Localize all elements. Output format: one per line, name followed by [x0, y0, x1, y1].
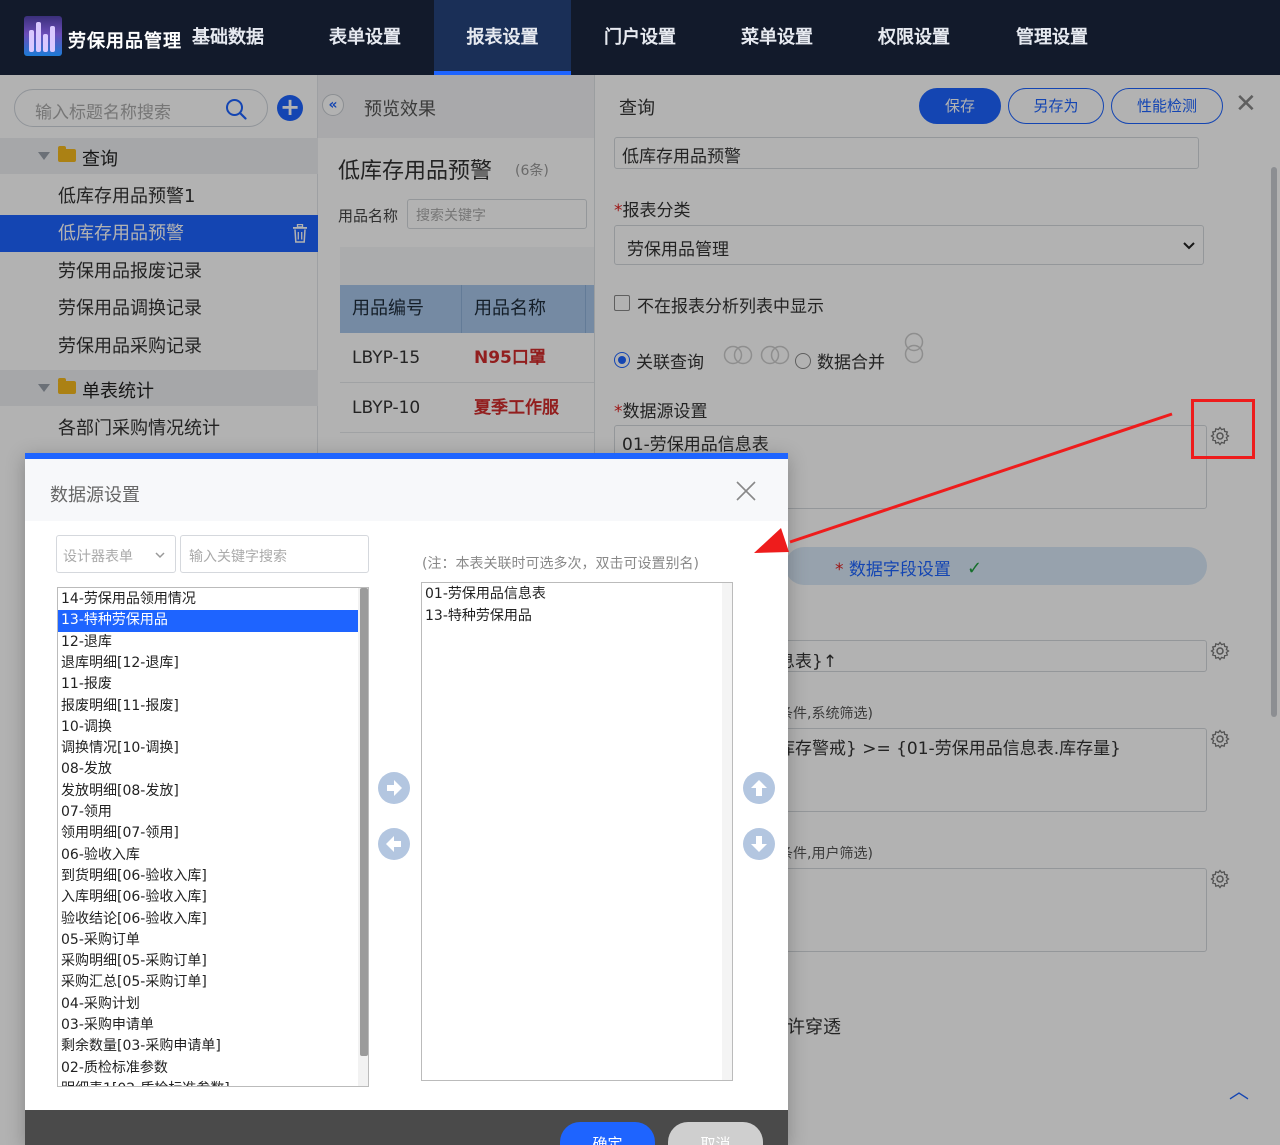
list-option[interactable]: 14-劳保用品领用情况: [58, 589, 358, 610]
chevron-down-icon: [155, 552, 165, 559]
top-nav-bar: 劳保用品管理 基础数据 表单设置 报表设置 门户设置 菜单设置 权限设置 管理设…: [0, 0, 1280, 75]
list-option[interactable]: 05-采购订单: [58, 930, 358, 951]
list-scroll-track: [722, 583, 732, 1080]
list-option[interactable]: 04-采购计划: [58, 994, 358, 1015]
list-option[interactable]: 07-领用: [58, 802, 358, 823]
list-option[interactable]: 退库明细[12-退库]: [58, 653, 358, 674]
annotation-highlight-box: [1191, 399, 1255, 459]
list-option[interactable]: 报废明细[11-报废]: [58, 696, 358, 717]
list-option[interactable]: 11-报废: [58, 674, 358, 695]
move-right-arrow-icon[interactable]: [377, 771, 411, 805]
list-option[interactable]: 调换情况[10-调换]: [58, 738, 358, 759]
list-option[interactable]: 采购汇总[05-采购订单]: [58, 972, 358, 993]
nav-permission-settings[interactable]: 权限设置: [847, 0, 981, 75]
keyword-placeholder: 输入关键字搜索: [189, 549, 287, 565]
form-type-select[interactable]: 设计器表单: [56, 535, 176, 573]
cancel-button[interactable]: 取消: [668, 1122, 763, 1145]
list-option[interactable]: 06-验收入库: [58, 845, 358, 866]
list-scrollbar[interactable]: [360, 588, 368, 1056]
list-option[interactable]: 入库明细[06-验收入库]: [58, 887, 358, 908]
list-option[interactable]: 发放明细[08-发放]: [58, 781, 358, 802]
nav-report-settings[interactable]: 报表设置: [434, 0, 571, 75]
list-option[interactable]: 03-采购申请单: [58, 1015, 358, 1036]
list-option[interactable]: 采购明细[05-采购订单]: [58, 951, 358, 972]
list-option[interactable]: 10-调换: [58, 717, 358, 738]
selected-list-option[interactable]: 13-特种劳保用品: [422, 606, 722, 627]
form-type-value: 设计器表单: [63, 549, 133, 565]
nav-form-settings[interactable]: 表单设置: [298, 0, 432, 75]
list-option[interactable]: 12-退库: [58, 632, 358, 653]
list-option[interactable]: 13-特种劳保用品: [58, 610, 358, 632]
close-icon[interactable]: [735, 480, 757, 502]
nav-menu-settings[interactable]: 菜单设置: [710, 0, 844, 75]
nav-admin-settings[interactable]: 管理设置: [985, 0, 1119, 75]
list-option[interactable]: 剩余数量[03-采购申请单]: [58, 1036, 358, 1057]
list-option[interactable]: 明细表1[02-质检标准参数]: [58, 1079, 358, 1086]
move-left-arrow-icon[interactable]: [377, 827, 411, 861]
list-option[interactable]: 08-发放: [58, 759, 358, 780]
datasource-modal: 数据源设置 设计器表单 输入关键字搜索 (注：本表关联时可选多次，双击可设置别名…: [25, 453, 788, 1145]
modal-note: (注：本表关联时可选多次，双击可设置别名): [422, 556, 699, 572]
list-option[interactable]: 领用明细[07-领用]: [58, 823, 358, 844]
keyword-search-input[interactable]: 输入关键字搜索: [180, 535, 369, 573]
nav-basic-data[interactable]: 基础数据: [161, 0, 295, 75]
app-logo-icon: [24, 16, 62, 56]
move-up-arrow-icon[interactable]: [742, 771, 776, 805]
move-down-arrow-icon[interactable]: [742, 827, 776, 861]
modal-title: 数据源设置: [50, 485, 140, 506]
nav-portal-settings[interactable]: 门户设置: [573, 0, 707, 75]
selected-list-option[interactable]: 01-劳保用品信息表: [422, 584, 722, 605]
list-option[interactable]: 验收结论[06-验收入库]: [58, 909, 358, 930]
list-option[interactable]: 到货明细[06-验收入库]: [58, 866, 358, 887]
list-option[interactable]: 02-质检标准参数: [58, 1058, 358, 1079]
selected-tables-list[interactable]: 01-劳保用品信息表 13-特种劳保用品: [421, 582, 733, 1081]
confirm-button[interactable]: 确定: [560, 1122, 655, 1145]
available-tables-list[interactable]: 明细表1[02-质检标准参数]02-质检标准参数剩余数量[03-采购申请单]03…: [57, 587, 369, 1087]
